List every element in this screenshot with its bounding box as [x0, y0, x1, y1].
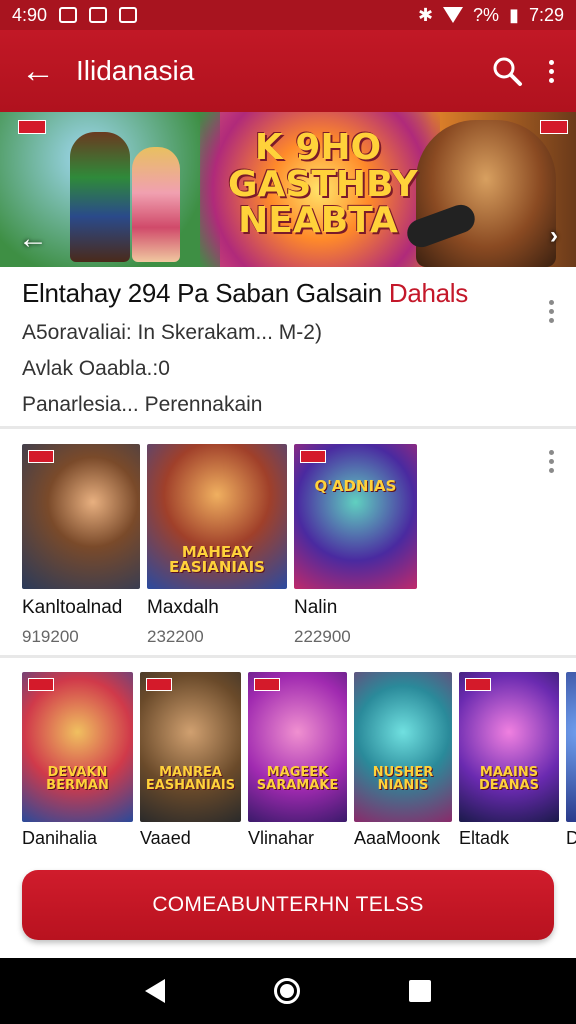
- app-bar: ← Ilidanasia: [0, 30, 576, 112]
- info-line-3: Panarlesia... Perennakain: [22, 393, 263, 416]
- nav-recents-icon[interactable]: [409, 980, 432, 1002]
- thumbnail-title: DEVAKN BERMAN: [46, 765, 109, 793]
- game-caption: Maxdalh: [147, 597, 219, 618]
- bluetooth-icon: ✱: [417, 4, 434, 25]
- banner-title: K 9HO GASTHBY NEABTA: [228, 127, 418, 242]
- battery-icon: ▮: [509, 4, 519, 25]
- banner-badge-right: [540, 120, 568, 134]
- game-caption: Vlinahar: [248, 828, 315, 848]
- info-headline: Elntahay 294 Pa Saban Galsain Dahals: [22, 278, 542, 309]
- banner-title-line3: NEABTA: [238, 200, 398, 242]
- game-thumbnail[interactable]: MANREA EASHANIAIS: [140, 672, 241, 822]
- list-item[interactable]: NUSHER NIANIS AaaMoonk: [354, 672, 452, 849]
- game-caption: Di: [566, 828, 576, 848]
- system-nav-bar: [0, 958, 576, 1024]
- banner-title-line2: GASTHBY: [228, 163, 418, 205]
- thumbnail-badge: [146, 678, 172, 691]
- game-caption: AaaMoonk: [354, 828, 441, 848]
- nav-back-icon[interactable]: [144, 979, 165, 1003]
- headline-main: Elntahay 294 Pa Saban Galsain: [22, 278, 382, 308]
- list-item[interactable]: Kanltoalnad 919200: [22, 444, 140, 647]
- hero-banner[interactable]: K 9HO GASTHBY NEABTA ← ›: [0, 112, 576, 267]
- battery-percent: ?%: [473, 4, 500, 25]
- notification-icon: [59, 7, 78, 23]
- search-icon[interactable]: [491, 55, 523, 87]
- game-thumbnail[interactable]: [566, 672, 576, 822]
- list-item[interactable]: MANREA EASHANIAIS Vaaed: [140, 672, 241, 849]
- list-item[interactable]: Di: [566, 672, 576, 849]
- list-item[interactable]: MAGEEK SARAMAKE Vlinahar: [248, 672, 347, 849]
- divider-2: [0, 655, 576, 658]
- cta-button[interactable]: COMEABUNTERHN TELSS: [22, 870, 554, 940]
- game-thumbnail[interactable]: Q'ADNIAS: [294, 444, 417, 589]
- info-more-icon[interactable]: [549, 300, 554, 323]
- more-vert-icon[interactable]: [549, 59, 554, 83]
- game-price: 232200: [147, 627, 204, 646]
- wifi-icon: [443, 7, 464, 23]
- banner-title-line1: K 9HO: [254, 127, 382, 168]
- status-time-right: 7:29: [528, 4, 564, 25]
- photo-icon: [119, 7, 138, 23]
- game-thumbnail[interactable]: MAAINS DEANAS: [459, 672, 559, 822]
- info-line-1: A5oravaliai: In Skerakam... M-2): [22, 321, 322, 344]
- list-item[interactable]: Q'ADNIAS Nalin 222900: [294, 444, 417, 647]
- list-item[interactable]: DEVAKN BERMAN Danihalia: [22, 672, 133, 849]
- thumbnail-badge: [300, 450, 326, 463]
- list-item[interactable]: MAHEAY EASIANIAIS Maxdalh 232200: [147, 444, 287, 647]
- divider-1: [0, 426, 576, 429]
- thumbnail-title: MAAINS DEANAS: [478, 765, 540, 793]
- thumbnail-title: NUSHER NIANIS: [372, 765, 434, 793]
- game-thumbnail[interactable]: MAGEEK SARAMAKE: [248, 672, 347, 822]
- banner-character-girl: [132, 147, 180, 262]
- app-title: Ilidanasia: [76, 55, 195, 86]
- game-caption: Eltadk: [459, 828, 510, 848]
- status-bar: 4:90 ✱ ?% ▮ 7:29: [0, 0, 576, 30]
- thumbnail-title: Q'ADNIAS: [314, 477, 397, 495]
- game-caption: Nalin: [294, 597, 338, 618]
- game-thumbnail[interactable]: NUSHER NIANIS: [354, 672, 452, 822]
- game-thumbnail[interactable]: MAHEAY EASIANIAIS: [147, 444, 287, 589]
- banner-next-icon[interactable]: ›: [550, 222, 558, 250]
- game-thumbnail[interactable]: DEVAKN BERMAN: [22, 672, 133, 822]
- game-caption: Danihalia: [22, 828, 98, 848]
- nav-home-icon[interactable]: [273, 978, 300, 1004]
- row-more-icon[interactable]: [549, 450, 554, 473]
- list-item[interactable]: MAAINS DEANAS Eltadk: [459, 672, 559, 849]
- game-row-1: Kanltoalnad 919200 MAHEAY EASIANIAIS Max…: [22, 444, 417, 647]
- thumbnail-badge: [28, 678, 54, 691]
- banner-prev-icon[interactable]: ←: [18, 222, 48, 256]
- thumbnail-badge: [465, 678, 491, 691]
- game-price: 222900: [294, 627, 351, 646]
- headline-accent: Dahals: [388, 278, 468, 308]
- game-caption: Kanltoalnad: [22, 597, 123, 618]
- banner-character-boy: [70, 132, 130, 262]
- thumbnail-title: MAHEAY EASIANIAIS: [169, 543, 265, 576]
- banner-character-hero: [416, 120, 556, 267]
- thumbnail-badge: [28, 450, 54, 463]
- game-price: 919200: [22, 627, 79, 646]
- info-section: Elntahay 294 Pa Saban Galsain Dahals A5o…: [22, 278, 542, 417]
- thumbnail-badge: [254, 678, 280, 691]
- arrow-left-icon[interactable]: ←: [0, 54, 76, 88]
- game-thumbnail[interactable]: [22, 444, 140, 589]
- banner-badge-left: [18, 120, 46, 134]
- mail-icon: [89, 7, 108, 23]
- game-caption: Vaaed: [140, 828, 191, 848]
- status-time-left: 4:90: [12, 4, 48, 25]
- game-row-2: DEVAKN BERMAN Danihalia MANREA EASHANIAI…: [22, 672, 576, 849]
- thumbnail-title: MAGEEK SARAMAKE: [256, 765, 339, 793]
- info-line-2: Avlak Oaabla.:0: [22, 357, 170, 380]
- thumbnail-title: MANREA EASHANIAIS: [145, 765, 236, 793]
